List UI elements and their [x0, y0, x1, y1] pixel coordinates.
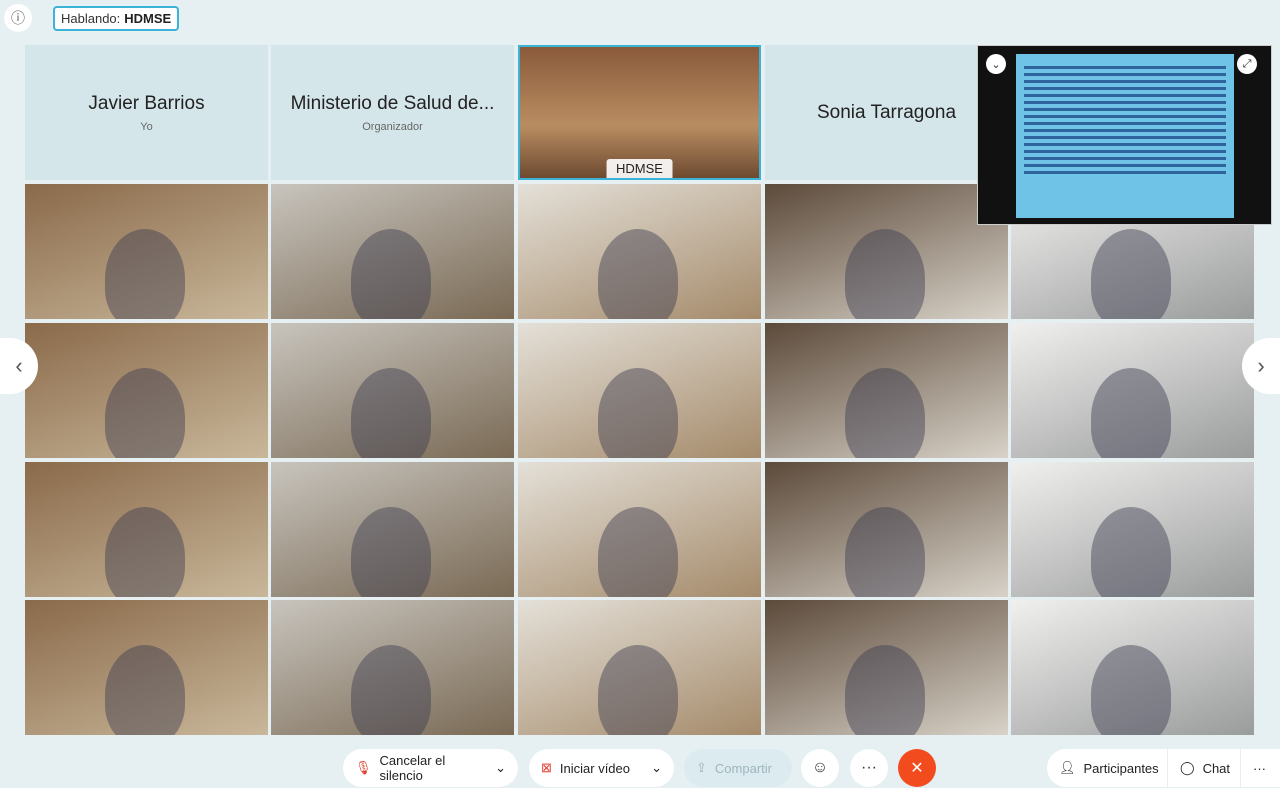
- chevron-down-icon[interactable]: ⌄: [495, 760, 506, 776]
- chat-button[interactable]: ◯ Chat: [1168, 749, 1240, 787]
- video-tile[interactable]: [518, 184, 761, 319]
- video-tile[interactable]: [271, 323, 514, 458]
- participant-tile-host[interactable]: Ministerio de Salud de... Organizador: [271, 45, 514, 180]
- participant-video: [351, 368, 431, 458]
- video-tile[interactable]: [518, 600, 761, 735]
- more-panels-button[interactable]: ···: [1241, 749, 1280, 787]
- participant-video: [105, 645, 185, 735]
- video-tile[interactable]: [271, 600, 514, 735]
- video-tile[interactable]: [765, 323, 1008, 458]
- participant-video: [598, 507, 678, 597]
- shared-screen-window[interactable]: ⌄ ⤢: [977, 45, 1272, 225]
- video-tile[interactable]: [518, 462, 761, 597]
- participant-video: [105, 368, 185, 458]
- participant-video: [1091, 229, 1171, 319]
- participant-tile[interactable]: Sonia Tarragona: [765, 45, 1008, 180]
- participant-video: [351, 645, 431, 735]
- participant-video: [351, 229, 431, 319]
- close-icon: ✕: [910, 760, 924, 777]
- video-label: HDMSE: [606, 159, 673, 178]
- video-tile[interactable]: [765, 184, 1008, 319]
- video-tile-active-speaker[interactable]: HDMSE: [518, 45, 761, 180]
- end-call-button[interactable]: ✕: [898, 749, 936, 787]
- video-tile[interactable]: [1011, 600, 1254, 735]
- shared-document: [1016, 54, 1234, 218]
- participant-video: [845, 645, 925, 735]
- participant-video: [105, 507, 185, 597]
- start-video-button[interactable]: ⊠ Iniciar vídeo ⌄: [529, 749, 674, 787]
- participant-video: [845, 507, 925, 597]
- participant-video: [845, 229, 925, 319]
- video-tile[interactable]: [765, 600, 1008, 735]
- chevron-down-icon[interactable]: ⌄: [651, 760, 662, 776]
- emoji-icon: ☺: [811, 759, 829, 776]
- more-options-button[interactable]: ···: [850, 749, 888, 787]
- expand-icon[interactable]: ⤢: [1237, 54, 1257, 74]
- muted-microphone-icon: 🎙︎: [355, 760, 372, 775]
- participants-button[interactable]: 👤︎ Participantes: [1047, 749, 1167, 787]
- video-off-icon: ⊠: [541, 760, 552, 775]
- chat-bubble-icon: ◯: [1180, 760, 1195, 775]
- video-tile[interactable]: [271, 184, 514, 319]
- video-tile[interactable]: [271, 462, 514, 597]
- video-tile[interactable]: [25, 184, 268, 319]
- share-button[interactable]: ⇪ Compartir: [684, 749, 792, 787]
- participant-video: [598, 368, 678, 458]
- unmute-button[interactable]: 🎙︎ Cancelar el silencio ⌄: [343, 749, 518, 787]
- participants-icon: 👤︎: [1059, 760, 1076, 775]
- participant-video: [1091, 507, 1171, 597]
- participant-video: [598, 229, 678, 319]
- video-tile[interactable]: [25, 462, 268, 597]
- video-tile[interactable]: [25, 323, 268, 458]
- chevron-down-icon[interactable]: ⌄: [986, 54, 1006, 74]
- video-tile[interactable]: [765, 462, 1008, 597]
- participant-video: [1091, 645, 1171, 735]
- video-tile[interactable]: [1011, 462, 1254, 597]
- participant-video: [105, 229, 185, 319]
- participant-video: [351, 507, 431, 597]
- reactions-button[interactable]: ☺: [801, 749, 839, 787]
- participant-tile-self[interactable]: Javier Barrios Yo: [25, 45, 268, 180]
- video-tile[interactable]: [1011, 323, 1254, 458]
- video-tile[interactable]: [25, 600, 268, 735]
- participant-video: [845, 368, 925, 458]
- video-tile[interactable]: [518, 323, 761, 458]
- info-icon[interactable]: ⓘ: [4, 4, 32, 32]
- participant-video: [598, 645, 678, 735]
- speaking-indicator: Hablando: HDMSE: [53, 6, 180, 31]
- share-icon: ⇪: [696, 760, 707, 775]
- participant-video: [1091, 368, 1171, 458]
